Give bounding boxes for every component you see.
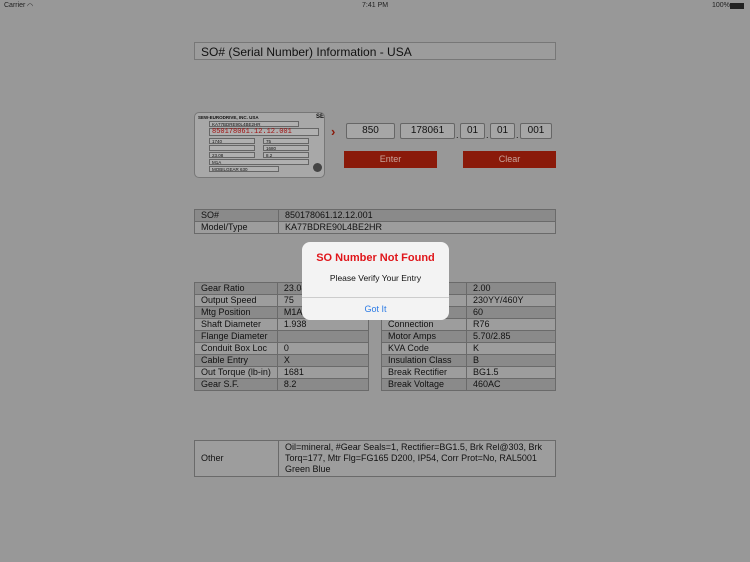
battery-icon (730, 3, 744, 9)
sew-logo: SEW (316, 114, 325, 120)
cell-value: 1681 (276, 366, 370, 379)
cell-label: KVA Code (381, 342, 467, 355)
cell-value: R76 (466, 318, 556, 331)
cell-value (276, 330, 370, 343)
cell-label: Insulation Class (381, 354, 467, 367)
cell-value: X (276, 354, 370, 367)
cell-value: KA77BDRE90L4BE2HR (278, 221, 556, 234)
table-row: Cable Entry X (194, 354, 370, 367)
alert-title: SO Number Not Found (316, 252, 435, 264)
cell-label: SO# (194, 209, 279, 222)
cell-label: Flange Diameter (194, 330, 278, 343)
cell-label: Gear S.F. (194, 378, 278, 391)
separator-dot: . (516, 130, 519, 140)
cell-label: Shaft Diameter (194, 318, 278, 331)
alert-dialog: SO Number Not Found Please Verify Your E… (302, 242, 449, 320)
table-row: Insulation Class B (381, 354, 556, 367)
table-row: Flange Diameter (194, 330, 370, 343)
plate-rpm-out: 75 (263, 138, 309, 144)
cell-label: Break Voltage (381, 378, 467, 391)
table-row: Other Oil=mineral, #Gear Seals=1, Rectifi… (194, 440, 556, 477)
enter-button[interactable]: Enter (344, 151, 437, 168)
plate-lubricant: MOBILGEAR 630 (209, 166, 279, 172)
cell-value: K (466, 342, 556, 355)
alert-message: Please Verify Your Entry (329, 273, 422, 283)
cell-label: Conduit Box Loc (194, 342, 278, 355)
table-row: Model/Type KA77BDRE90L4BE2HR (194, 221, 556, 234)
so-field-4[interactable]: 01 (490, 123, 515, 139)
battery-percent: 100% (712, 2, 730, 9)
so-field-2[interactable]: 178061 (400, 123, 455, 139)
cell-value: 230YY/460Y (466, 294, 556, 307)
gear-icon (313, 163, 322, 172)
so-field-3[interactable]: 01 (460, 123, 485, 139)
cell-label: Gear Ratio (194, 282, 278, 295)
clear-button[interactable]: Clear (463, 151, 556, 168)
so-field-1[interactable]: 850 (346, 123, 395, 139)
table-row: Break Rectifier BG1.5 (381, 366, 556, 379)
cell-label: Cable Entry (194, 354, 278, 367)
cell-value: Oil=mineral, #Gear Seals=1, Rectifier=BG… (278, 440, 556, 477)
cell-value: 0 (276, 342, 370, 355)
cell-value: 460AC (466, 378, 556, 391)
plate-blank (209, 145, 255, 151)
chevron-right-icon: › (331, 124, 336, 139)
plate-sf: 8.2 (263, 152, 309, 158)
cell-label: Break Rectifier (381, 366, 467, 379)
cell-value: 8.2 (276, 378, 370, 391)
table-row: Out Torque (lb-in) 1681 (194, 366, 370, 379)
cell-label: Model/Type (194, 221, 279, 234)
other-table: Other Oil=mineral, #Gear Seals=1, Rectifi… (194, 440, 556, 477)
separator-dot: . (456, 130, 459, 140)
plate-so: 850178061.12.12.001 (209, 128, 319, 136)
plate-company: SEW-EURODRIVE, INC. USA (198, 115, 259, 120)
cell-label: Output Speed (194, 294, 278, 307)
carrier-label: Carrier (4, 2, 26, 9)
table-row: Gear S.F. 8.2 (194, 378, 370, 391)
cell-value: 60 (466, 306, 556, 319)
summary-table: SO# 850178061.12.12.001 Model/Type KA77BDR… (194, 209, 556, 234)
cell-label: Mtg Position (194, 306, 278, 319)
plate-torque: 1680 (263, 145, 309, 151)
plate-ratio: 23.08 (209, 152, 255, 158)
cell-label: Out Torque (lb-in) (194, 366, 278, 379)
table-row: KVA Code K (381, 342, 556, 355)
table-row: Break Voltage 460AC (381, 378, 556, 391)
cell-value: BG1.5 (466, 366, 556, 379)
cell-value: 2.00 (466, 282, 556, 295)
so-field-5[interactable]: 001 (520, 123, 552, 139)
table-row: SO# 850178061.12.12.001 (194, 209, 556, 222)
page-title: SO# (Serial Number) Information - USA (194, 42, 556, 60)
wifi-icon: ◠ (27, 3, 34, 10)
separator-dot: . (486, 130, 489, 140)
plate-mounting: M1A (209, 159, 309, 165)
table-row: Conduit Box Loc 0 (194, 342, 370, 355)
got-it-button[interactable]: Got It (302, 297, 449, 321)
status-time: 7:41 PM (362, 2, 389, 9)
plate-rpm-in: 1740 (209, 138, 255, 144)
cell-value: 850178061.12.12.001 (278, 209, 556, 222)
cell-value: 5.70/2.85 (466, 330, 556, 343)
cell-label: Motor Amps (381, 330, 467, 343)
plate-type: KA77BDRE90L4BE2HR (209, 121, 299, 127)
cell-value: B (466, 354, 556, 367)
table-row: Motor Amps 5.70/2.85 (381, 330, 556, 343)
cell-label: Other (194, 440, 279, 477)
nameplate-image: SEW-EURODRIVE, INC. USA SEW KA77BDRE90L4… (194, 112, 325, 178)
